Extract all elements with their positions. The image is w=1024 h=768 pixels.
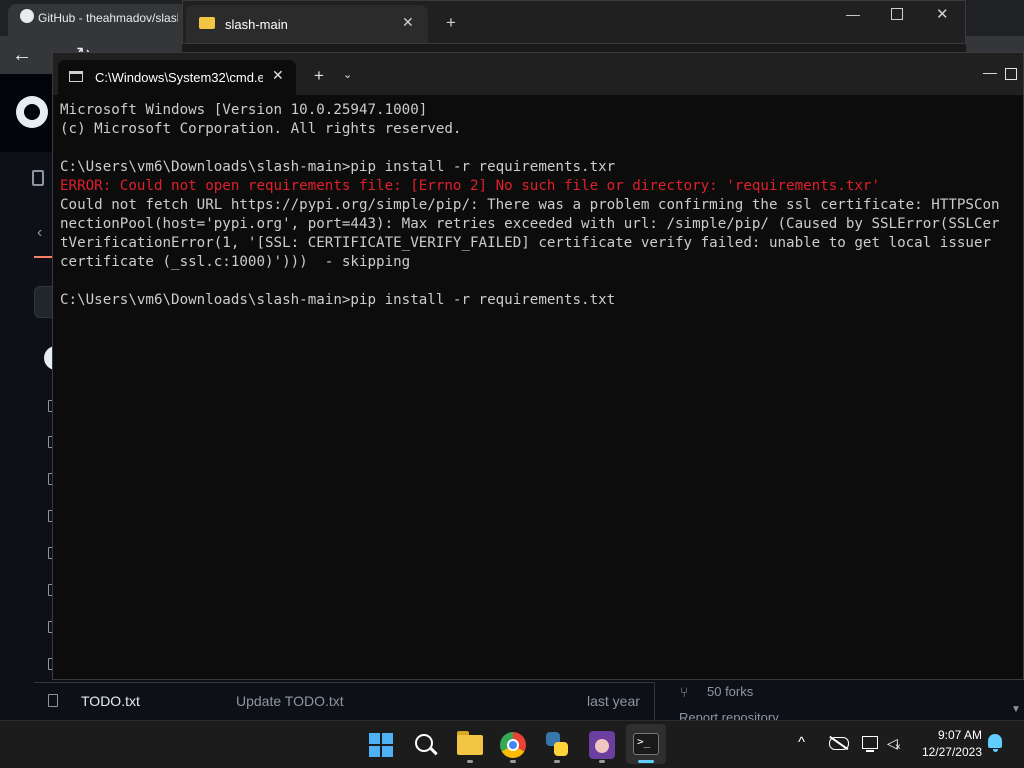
browser-tab-title[interactable]: GitHub - theahmadov/slash-main [38,11,178,25]
terminal-line: tVerificationError(1, '[SSL: CERTIFICATE… [60,235,992,251]
terminal-output[interactable]: Microsoft Windows [Version 10.0.25947.10… [60,101,1020,671]
explorer-tab[interactable] [186,5,428,43]
running-indicator [599,760,605,763]
folder-icon [199,17,215,29]
minimize-icon[interactable]: — [983,64,997,80]
maximize-icon[interactable] [891,8,903,20]
explorer-tab-title[interactable]: slash-main [225,17,288,32]
commit-message-link[interactable]: Update TODO.txt [236,693,344,709]
file-explorer-icon[interactable] [457,735,483,755]
back-icon[interactable]: ← [12,44,32,67]
anime-app-icon-face [595,739,609,753]
chrome-icon-center [507,739,519,751]
start-icon[interactable] [369,733,393,757]
github-icon [20,9,34,23]
active-tab-underline [34,256,54,258]
running-indicator [554,760,560,763]
notification-bell-icon[interactable] [988,734,1002,748]
clock-date[interactable]: 12/27/2023 [908,745,982,759]
chevron-down-icon[interactable]: ⌄ [343,68,352,81]
terminal-line: nectionPool(host='pypi.org', port=443): … [60,216,1000,232]
new-tab-icon[interactable]: + [314,66,324,86]
network-icon[interactable] [862,736,878,749]
maximize-icon[interactable] [1005,68,1017,80]
scroll-down-arrow-icon[interactable]: ▼ [1011,704,1021,715]
python-icon[interactable] [544,732,570,758]
running-indicator [510,760,516,763]
terminal-line: (c) Microsoft Corporation. All rights re… [60,121,462,137]
repo-book-icon[interactable] [32,170,44,186]
terminal-line: Microsoft Windows [Version 10.0.25947.10… [60,102,428,118]
minimize-icon[interactable]: — [846,6,860,22]
file-name-link[interactable]: TODO.txt [81,693,140,709]
terminal-line: C:\Users\vm6\Downloads\slash-main>pip in… [60,292,616,308]
commit-date: last year [587,693,640,709]
new-tab-icon[interactable]: + [446,13,456,33]
code-tab-icon[interactable]: ‹ [37,224,42,242]
clock-time[interactable]: 9:07 AM [922,728,982,742]
close-icon[interactable]: ✕ [402,14,414,31]
terminal-line: C:\Users\vm6\Downloads\slash-main>pip in… [60,159,616,175]
terminal-line: Could not fetch URL https://pypi.org/sim… [60,197,1000,213]
terminal-tab-title[interactable]: C:\Windows\System32\cmd.exe [95,70,263,85]
close-tab-icon[interactable]: ✕ [272,67,284,84]
terminal-line: certificate (_ssl.c:1000)'))) - skipping [60,254,411,270]
explorer-toolbar [182,44,966,52]
fork-icon: ⑂ [680,684,689,700]
active-indicator [638,760,654,763]
file-icon [48,694,58,707]
running-indicator [467,760,473,763]
github-content-left [0,152,54,682]
close-window-icon[interactable]: ✕ [936,5,949,23]
report-repository-link[interactable]: Report repository [679,710,779,720]
terminal-error-line: ERROR: Could not open requirements file:… [60,178,880,194]
volume-muted-icon: × [895,742,901,753]
network-icon-stand [866,750,874,752]
cmd-icon-titlebar [69,71,83,74]
chevron-up-icon[interactable]: ^ [798,734,805,751]
forks-link[interactable]: 50 forks [707,684,753,699]
github-logo-inner [24,104,40,120]
terminal-icon-prompt: >_ [637,735,651,748]
